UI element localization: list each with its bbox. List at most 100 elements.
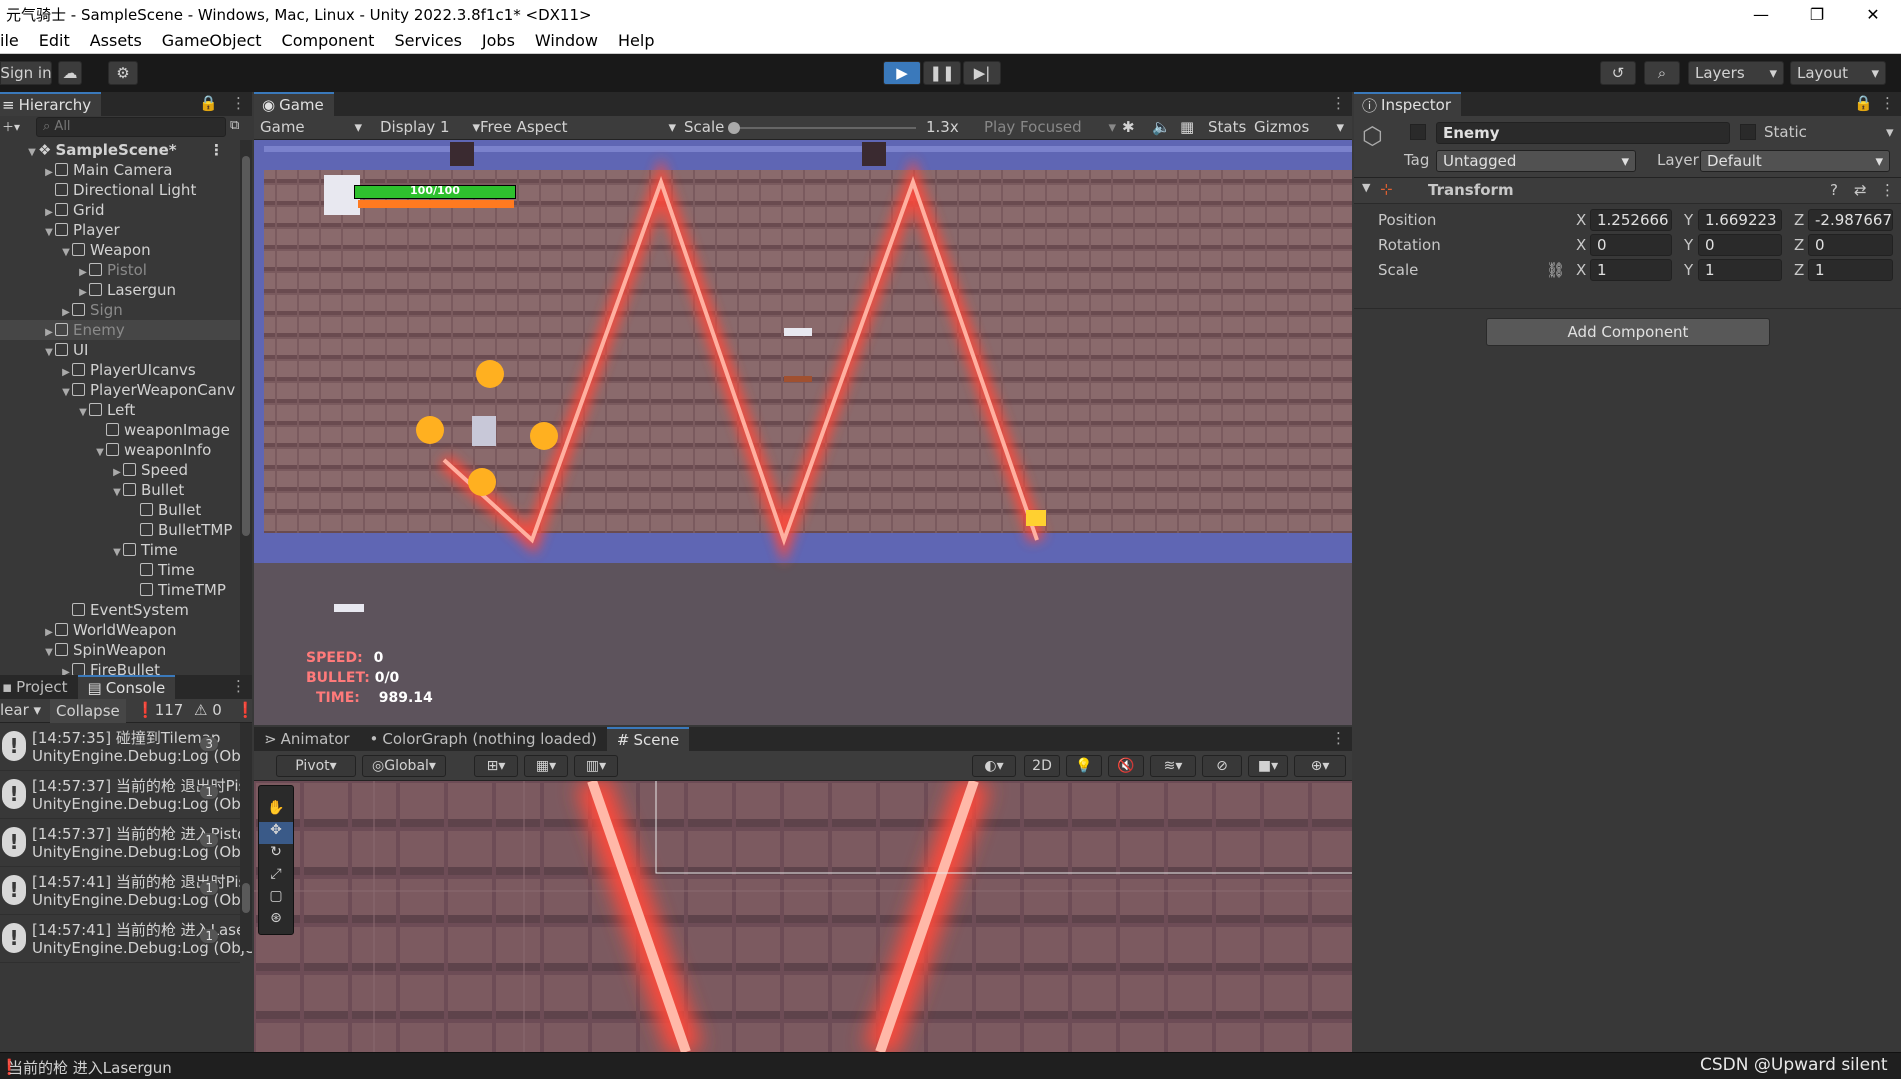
gizmos-dropdown[interactable]: ⊕▾ xyxy=(1294,755,1346,777)
display-mode-dropdown[interactable]: Game ▾ xyxy=(260,118,368,136)
menu-services[interactable]: Services xyxy=(384,31,471,50)
mode-2d-toggle[interactable]: 2D xyxy=(1024,755,1060,777)
pause-button[interactable]: ❚❚ xyxy=(923,61,961,85)
hierarchy-item[interactable]: TimeTMP xyxy=(0,580,240,600)
console-log-entry[interactable]: ! [14:57:37] 当前的枪 进入Pisto UnityEngine.Debu… xyxy=(0,819,252,867)
gizmo-grid-icon[interactable]: ▦ xyxy=(1180,118,1194,136)
move-tool-icon[interactable]: ✥ xyxy=(259,822,293,844)
menu-assets[interactable]: Assets xyxy=(80,31,152,50)
more-menu-icon[interactable]: ⋮ xyxy=(1331,729,1346,747)
tab-scene[interactable]: # Scene xyxy=(606,727,690,751)
menu-window[interactable]: Window xyxy=(525,31,608,50)
console-log-entry[interactable]: ! [14:57:41] 当前的枪 退出时Pis UnityEngine.Debug… xyxy=(0,867,252,915)
hierarchy-item[interactable]: Time xyxy=(0,560,240,580)
console-scrollbar[interactable] xyxy=(240,723,252,951)
console-log-entry[interactable]: ! [14:57:35] 碰撞到Tilemap UnityEngine.Debug:… xyxy=(0,723,252,771)
chevron-down-icon[interactable]: ▼ xyxy=(1362,181,1370,194)
hierarchy-item[interactable]: ▶ Pistol xyxy=(0,260,240,280)
hierarchy-item[interactable]: ▼ PlayerWeaponCanv xyxy=(0,380,240,400)
error-icon[interactable]: ❗ xyxy=(236,701,252,719)
search-icon[interactable]: ⌕ xyxy=(1644,61,1680,85)
add-component-button[interactable]: Add Component xyxy=(1486,318,1770,346)
hierarchy-item[interactable]: ▼ weaponInfo xyxy=(0,440,240,460)
collab-icon[interactable]: ⚙ xyxy=(108,61,138,85)
status-message[interactable]: 当前的枪 进入Lasergun xyxy=(8,1057,172,1078)
play-button[interactable]: ▶ xyxy=(883,61,921,85)
scrollbar-thumb[interactable] xyxy=(242,883,250,913)
tab-colorgraph[interactable]: • ColorGraph (nothing loaded) xyxy=(360,727,607,751)
more-menu-icon[interactable]: ⋮ xyxy=(1880,181,1895,199)
preset-icon[interactable]: ⇄ xyxy=(1854,181,1867,199)
grid-toggle[interactable]: ▦▾ xyxy=(524,755,568,777)
more-menu-icon[interactable]: ⋮ xyxy=(231,94,246,112)
layer-dropdown[interactable]: Default ▾ xyxy=(1700,150,1890,172)
scale-slider[interactable] xyxy=(728,122,916,134)
rotate-tool-icon[interactable]: ↻ xyxy=(259,844,293,866)
add-dropdown-icon[interactable]: ＋▾ xyxy=(2,118,20,135)
lock-icon[interactable]: 🔒 xyxy=(199,94,218,112)
scale-slider-thumb[interactable] xyxy=(728,122,740,134)
menu-gameobject[interactable]: GameObject xyxy=(152,31,272,50)
static-checkbox[interactable] xyxy=(1740,124,1756,140)
position-z-field[interactable]: -2.987667 xyxy=(1808,209,1893,231)
warning-count-toggle[interactable]: ⚠ 0 xyxy=(194,701,222,719)
active-checkbox[interactable] xyxy=(1410,124,1426,140)
audio-icon[interactable]: 🔈 xyxy=(1152,118,1171,136)
game-viewport[interactable]: 100/100 SPEED: 0 BULLET: 0/0 TIME: 989.1… xyxy=(254,140,1352,725)
hand-tool-icon[interactable]: ✋ xyxy=(259,800,293,822)
clear-button[interactable]: lear ▾ xyxy=(0,701,41,719)
scale-x-field[interactable]: 1 xyxy=(1590,259,1672,281)
tab-animator[interactable]: ⋗ Animator xyxy=(254,727,360,751)
lighting-icon[interactable]: 💡 xyxy=(1066,755,1102,777)
snap-toggle[interactable]: ⊞▾ xyxy=(474,755,518,777)
hierarchy-search-input[interactable]: ⌕ All xyxy=(36,117,226,137)
hierarchy-item[interactable]: BulletTMP xyxy=(0,520,240,540)
menu-jobs[interactable]: Jobs xyxy=(472,31,525,50)
hierarchy-item[interactable]: ▶ Grid xyxy=(0,200,240,220)
rotation-z-field[interactable]: 0 xyxy=(1808,234,1893,256)
step-button[interactable]: ▶| xyxy=(963,61,1001,85)
hierarchy-item[interactable]: Directional Light xyxy=(0,180,240,200)
object-name-field[interactable]: Enemy xyxy=(1436,122,1730,144)
chevron-down-icon[interactable]: ▾ xyxy=(1886,123,1894,141)
minimize-button[interactable]: — xyxy=(1733,5,1789,24)
hierarchy-item[interactable]: ▶ Speed xyxy=(0,460,240,480)
hierarchy-item[interactable]: EventSystem xyxy=(0,600,240,620)
effects-dropdown[interactable]: ≋▾ xyxy=(1150,755,1196,777)
hierarchy-scrollbar[interactable] xyxy=(240,140,252,675)
pivot-dropdown[interactable]: Pivot ▾ xyxy=(276,755,356,777)
tab-project[interactable]: ▪ Project xyxy=(0,675,78,699)
scale-y-field[interactable]: 1 xyxy=(1698,259,1782,281)
scene-viewport[interactable]: ✋ ✥ ↻ ⤢ ▢ ⊛ xyxy=(254,781,1352,1052)
hierarchy-item[interactable]: ▶ Sign xyxy=(0,300,240,320)
bug-icon[interactable]: ✱ xyxy=(1122,118,1135,136)
restore-button[interactable]: ❐ xyxy=(1789,5,1845,24)
more-menu-icon[interactable]: ⋮ xyxy=(1880,94,1895,112)
constrain-proportions-icon[interactable]: ⛓ xyxy=(1546,261,1565,279)
rotation-y-field[interactable]: 0 xyxy=(1698,234,1782,256)
transform-header[interactable]: ▼ ⊹ Transform ? ⇄ ⋮ xyxy=(1354,178,1901,204)
hierarchy-item[interactable]: ▼ Time xyxy=(0,540,240,560)
hierarchy-item[interactable]: ▼ Weapon xyxy=(0,240,240,260)
menu-help[interactable]: Help xyxy=(608,31,664,50)
position-x-field[interactable]: 1.252666 xyxy=(1590,209,1672,231)
transform-tool-icon[interactable]: ⊛ xyxy=(259,910,293,932)
more-menu-icon[interactable]: ⋮ xyxy=(231,677,246,695)
tab-inspector[interactable]: ⓘ Inspector xyxy=(1354,92,1461,116)
help-icon[interactable]: ? xyxy=(1830,181,1838,199)
audio-icon[interactable]: 🔇 xyxy=(1108,755,1144,777)
hierarchy-item[interactable]: ▼ Left xyxy=(0,400,240,420)
menu-component[interactable]: Component xyxy=(272,31,385,50)
hierarchy-item[interactable]: weaponImage xyxy=(0,420,240,440)
console-log-entry[interactable]: ! [14:57:41] 当前的枪 进入Lase UnityEngine.Debug… xyxy=(0,915,252,963)
info-count-toggle[interactable]: ❗117 xyxy=(136,701,183,719)
layout-dropdown[interactable]: Layout ▾ xyxy=(1790,61,1886,85)
hierarchy-item[interactable]: ▶ Lasergun xyxy=(0,280,240,300)
menu-file[interactable]: ile xyxy=(0,31,29,50)
hierarchy-item[interactable]: Bullet xyxy=(0,500,240,520)
scale-z-field[interactable]: 1 xyxy=(1808,259,1893,281)
scale-tool-icon[interactable]: ⤢ xyxy=(259,866,293,888)
sign-in-button[interactable]: Sign in xyxy=(0,61,52,85)
menu-edit[interactable]: Edit xyxy=(29,31,80,50)
gizmos-dropdown[interactable]: Gizmos ▾ xyxy=(1254,118,1344,136)
